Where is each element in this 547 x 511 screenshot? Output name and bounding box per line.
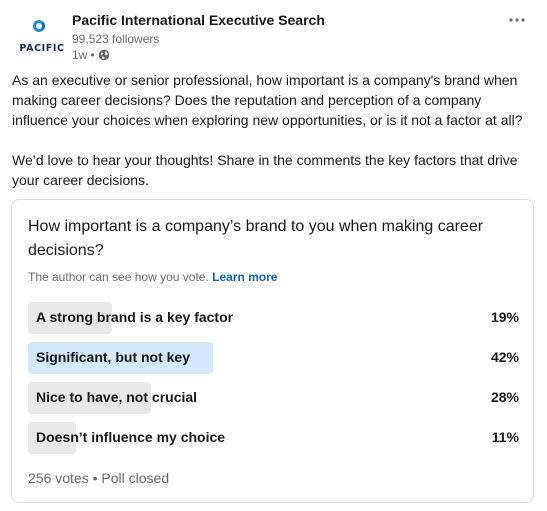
poll-note-text: The author can see how you vote. [28,270,209,284]
poll-option-label: Doesn’t influence my choice [36,429,226,445]
poll-option-label: Nice to have, not crucial [36,389,198,405]
post-time: 1w [72,48,88,62]
post-header: PACIFIC Pacific International Executive … [10,8,537,64]
poll-option[interactable]: Significant, but not key 42% [28,342,519,374]
post-meta: 1w • [72,48,110,62]
post-body: As an executive or senior professional, … [12,70,537,190]
poll-option[interactable]: A strong brand is a key factor 19% [28,302,519,334]
more-options-button[interactable] [505,10,529,30]
poll-visibility-note: The author can see how you vote. Learn m… [28,270,277,284]
logo-wordmark: PACIFIC [19,43,65,54]
poll-question: How important is a company’s brand to yo… [28,218,484,259]
poll-card: How important is a company’s brand to yo… [11,199,534,503]
poll-options: A strong brand is a key factor 19% Signi… [28,302,519,462]
poll-option-percent: 19% [490,309,519,325]
poll-option-label: A strong brand is a key factor [36,309,234,325]
post-paragraph: As an executive or senior professional, … [12,72,523,128]
poll-option[interactable]: Doesn’t influence my choice 11% [28,422,519,454]
poll-option[interactable]: Nice to have, not crucial 28% [28,382,519,414]
poll-option-percent: 42% [490,349,519,365]
follower-count: 99,523 followers [72,32,160,46]
poll-status: Poll closed [101,470,170,486]
company-logo[interactable]: PACIFIC [18,20,66,60]
company-name[interactable]: Pacific International Executive Search [72,12,325,28]
learn-more-link[interactable]: Learn more [212,270,277,284]
footer-separator: • [92,470,98,486]
globe-icon [98,49,110,61]
post-card: PACIFIC Pacific International Executive … [0,0,547,511]
post-paragraph: We’d love to hear your thoughts! Share i… [12,152,518,188]
pacific-logo-icon [33,20,45,32]
poll-footer: 256 votes • Poll closed [28,470,169,486]
poll-option-percent: 28% [490,389,519,405]
vote-count: 256 votes [28,470,89,486]
ellipsis-icon [509,18,525,22]
poll-option-label: Significant, but not key [36,349,191,365]
meta-separator: • [90,48,95,62]
poll-option-percent: 11% [491,429,519,445]
